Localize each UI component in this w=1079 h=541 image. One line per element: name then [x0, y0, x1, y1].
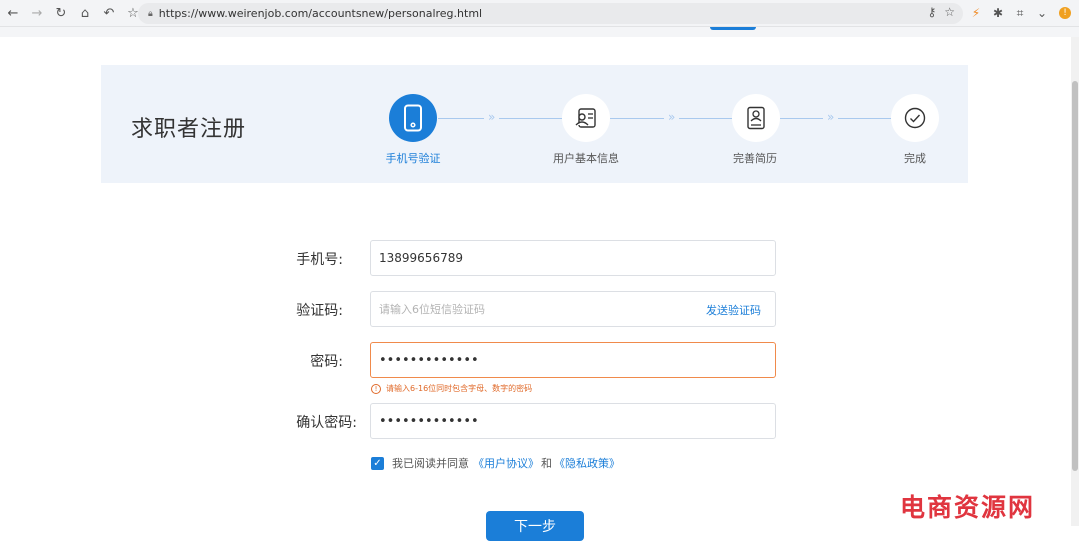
send-code-button[interactable]: 发送验证码: [706, 302, 761, 318]
phone-label: 手机号:: [296, 252, 343, 268]
code-placeholder: 请输入6位短信验证码: [379, 303, 485, 316]
step-1-label: 手机号验证: [385, 152, 441, 165]
code-label: 验证码:: [296, 303, 343, 319]
header-tab-indicator: [710, 27, 756, 30]
key-icon[interactable]: ⚷: [927, 5, 936, 19]
lock-icon: 🔒︎: [148, 8, 153, 19]
scrollbar-thumb[interactable]: [1072, 81, 1078, 471]
agree-prefix: 我已阅读并同意: [392, 457, 469, 470]
step-3-circle: [732, 94, 780, 142]
confirm-password-value: •••••••••••••: [379, 413, 479, 429]
phone-icon: [404, 104, 422, 132]
extension-icon[interactable]: ⚡︎: [966, 3, 986, 23]
back-icon[interactable]: ←: [2, 2, 24, 24]
watermark: 电商资源网: [900, 493, 1036, 522]
agree-checkbox[interactable]: ✓: [371, 456, 384, 470]
step-4-label: 完成: [904, 152, 926, 165]
home-icon[interactable]: ⌂: [74, 2, 96, 24]
undo-icon[interactable]: ↶: [98, 2, 120, 24]
step-3-label: 完善简历: [733, 152, 777, 165]
site-header-strip: [0, 27, 1079, 37]
next-step-button[interactable]: 下一步: [486, 511, 584, 541]
password-input[interactable]: •••••••••••••: [370, 342, 776, 378]
step-2-label: 用户基本信息: [553, 152, 619, 165]
phone-input[interactable]: 13899656789: [370, 240, 776, 276]
privacy-policy-link[interactable]: 《隐私政策》: [554, 455, 620, 471]
user-agreement-link[interactable]: 《用户协议》: [473, 455, 539, 471]
puzzle-icon[interactable]: ✱: [988, 3, 1008, 23]
check-circle-icon: [904, 107, 926, 129]
url-text: https://www.weirenjob.com/accountsnew/pe…: [158, 7, 483, 20]
crop-icon[interactable]: ⌗: [1010, 3, 1030, 23]
resume-icon: [747, 106, 765, 130]
agree-and: 和: [541, 457, 552, 470]
password-error: ! 请输入6-16位同时包含字母、数字的密码: [371, 383, 532, 394]
connector-chevron-icon: »: [484, 110, 500, 124]
step-connector: [438, 118, 562, 119]
user-card-icon: [575, 108, 596, 128]
step-4-circle: [891, 94, 939, 142]
forward-icon[interactable]: →: [26, 2, 48, 24]
update-alert-icon[interactable]: !: [1055, 3, 1075, 23]
reload-icon[interactable]: ↻: [50, 2, 72, 24]
star-icon[interactable]: ☆: [944, 5, 955, 19]
phone-value: 13899656789: [379, 251, 463, 265]
step-2-circle: [562, 94, 610, 142]
password-value: •••••••••••••: [379, 352, 479, 368]
step-1-circle: [389, 94, 437, 142]
confirm-password-input[interactable]: •••••••••••••: [370, 403, 776, 439]
page-title: 求职者注册: [131, 117, 247, 142]
connector-chevron-icon: »: [823, 110, 839, 124]
confirm-password-label: 确认密码:: [296, 415, 357, 431]
scrollbar[interactable]: [1071, 37, 1079, 526]
chevron-down-icon[interactable]: ⌄: [1032, 3, 1052, 23]
password-label: 密码:: [310, 354, 343, 370]
address-bar[interactable]: 🔒︎ https://www.weirenjob.com/accountsnew…: [138, 3, 963, 24]
connector-chevron-icon: »: [664, 110, 680, 124]
verification-code-input[interactable]: 请输入6位短信验证码 发送验证码: [370, 291, 776, 327]
warning-icon: !: [371, 383, 381, 394]
password-error-text: 请输入6-16位同时包含字母、数字的密码: [386, 384, 533, 393]
agreement-row: ✓ 我已阅读并同意 《用户协议》 和 《隐私政策》: [371, 455, 620, 471]
